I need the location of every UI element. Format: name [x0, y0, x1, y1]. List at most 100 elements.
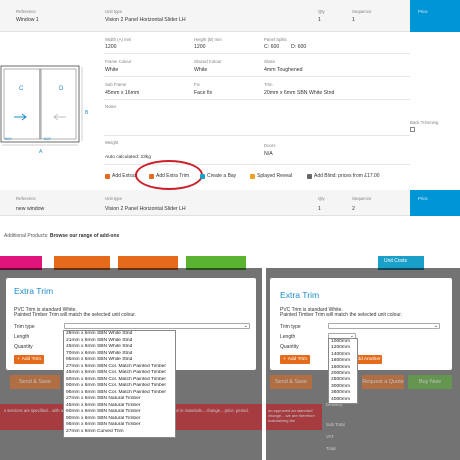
- dropdown-option[interactable]: 45mm x 6mm SBN Col. Match Painted Timber: [64, 370, 175, 377]
- create-bay-label: Create a Bay: [207, 173, 237, 179]
- window-diagram: [0, 65, 83, 146]
- row1-qty-value[interactable]: 1: [318, 17, 321, 23]
- modal-left-trim-type-label: Trim type: [14, 324, 35, 330]
- sub-frame-label: Sub Frame: [105, 82, 127, 87]
- fix-label: Fix: [194, 82, 200, 87]
- glazed-colour-label: Glazed Colour: [194, 59, 222, 64]
- modal-right-trim-type-select[interactable]: ⌄: [328, 323, 440, 329]
- diagram-label-c: C: [19, 86, 24, 92]
- trim-value[interactable]: 20mm x 6mm SBN White Stnd: [264, 90, 334, 96]
- additional-products-link[interactable]: Browse our range of add-ons: [50, 233, 119, 239]
- height-label: Height (B) mm: [194, 37, 222, 42]
- plus-icon: [105, 173, 110, 179]
- row2-reference-value[interactable]: new window: [16, 206, 44, 212]
- row1-reference-value[interactable]: Window 1: [16, 17, 39, 23]
- modal-right-add-trim-button[interactable]: + Add Trim: [280, 355, 310, 364]
- weight-value: Auto calculated: 23kg: [105, 155, 151, 160]
- row2-unit-type-label: Unit type: [105, 196, 122, 201]
- back-trimming-label: Back Trimming: [410, 120, 439, 125]
- trim-type-options: 28mm x 6mm SBN White Stnd 21mm x 6mm SBN …: [64, 331, 175, 435]
- total-label: Total: [326, 446, 336, 451]
- plus-icon: +: [282, 357, 286, 362]
- modal-right-quantity-label: Quantity: [280, 344, 299, 350]
- add-blind-button[interactable]: Add Blind: prices from £17.00: [307, 173, 380, 179]
- glass-value[interactable]: 4mm Toughened: [264, 67, 303, 73]
- send-save-left-label: Send & Save: [18, 379, 52, 385]
- frame-colour-value[interactable]: White: [105, 67, 118, 73]
- details-divider-3: [104, 99, 410, 100]
- sub-frame-value[interactable]: 45mm x 16mm: [105, 90, 139, 96]
- blind-icon: [307, 173, 312, 179]
- frame-colour-label: Frame Colour: [105, 59, 132, 64]
- panel-splits-c[interactable]: C: 600: [264, 44, 279, 50]
- length-dropdown[interactable]: 1000mm 1200mm 1400mm 1600mm 1800mm 2000mm 2500…: [328, 338, 358, 404]
- buy-now-button[interactable]: Buy Now: [408, 375, 452, 389]
- splayed-icon: [250, 173, 255, 179]
- modal-left-add-trim-label: Add Trim: [21, 357, 41, 362]
- dropdown-option[interactable]: 90mm x 6mm SBN Col. Match Painted Timber: [64, 383, 175, 390]
- additional-products: Additional Products: Browse our range of…: [4, 233, 119, 239]
- notes-field[interactable]: [104, 110, 404, 134]
- row2-unit-type-value[interactable]: Vision 2 Panel Horizontal Slider LH: [105, 206, 186, 212]
- modal-left-note-2: Painted Timber Trim will match the selec…: [14, 312, 136, 318]
- row1-unit-type-value[interactable]: Vision 2 Panel Horizontal Slider LH: [105, 17, 186, 23]
- notes-label: Notes: [105, 104, 117, 109]
- plus-icon: +: [16, 357, 20, 362]
- trim-type-dropdown[interactable]: 28mm x 6mm SBN White Stnd 21mm x 6mm SBN …: [63, 330, 176, 438]
- row2-sequence-label: Sequence: [352, 196, 372, 201]
- fix-value[interactable]: Face fix: [194, 90, 212, 96]
- glass-label: Glass: [264, 59, 275, 64]
- row1-reference-label: Reference: [16, 9, 36, 14]
- weight-label: Weight: [105, 140, 119, 145]
- warning-text-right: an approved an standard change... we are…: [268, 408, 315, 423]
- details-divider-4: [104, 135, 410, 136]
- chevron-down-icon: ⌄: [433, 323, 438, 329]
- width-value[interactable]: 1200: [105, 44, 117, 50]
- totals-panel: Delivery Sub Total VAT Total: [322, 398, 452, 458]
- modal-left-length-label: Length: [14, 334, 30, 340]
- length-options: 1000mm 1200mm 1400mm 1600mm 1800mm 2000mm 2500…: [329, 339, 357, 403]
- vat-label: VAT: [326, 434, 335, 439]
- highlight-circle: [135, 160, 203, 190]
- doors-value: N/A: [264, 151, 273, 157]
- add-extras-button[interactable]: Add Extras: [105, 173, 136, 179]
- send-save-right-button[interactable]: Send & Save: [270, 375, 312, 389]
- row1-price-block: Price: [410, 0, 460, 32]
- right-sidebar-label: Unit Costs: [384, 258, 408, 264]
- diagram-label-d: D: [59, 86, 64, 92]
- request-quote-label: Request a Quote: [362, 379, 404, 385]
- splayed-reveal-label: Splayed Reveal: [257, 173, 293, 179]
- glazed-colour-value[interactable]: White: [194, 67, 207, 73]
- row1-unit-type-label: Unit type: [105, 9, 122, 14]
- modal-right-add-trim-label: Add Trim: [287, 357, 307, 362]
- row2-qty-value[interactable]: 1: [318, 206, 321, 212]
- height-value[interactable]: 1200: [194, 44, 206, 50]
- dropdown-option[interactable]: 27mm x 6mm Curved Trim: [64, 429, 175, 436]
- diagram-label-600-left: 600: [5, 136, 12, 141]
- row1-sequence-value[interactable]: 1: [352, 17, 355, 23]
- chevron-down-icon: ⌄: [243, 323, 248, 329]
- create-bay-button[interactable]: Create a Bay: [200, 173, 236, 179]
- dropdown-option[interactable]: 4000mm: [329, 397, 357, 403]
- extra-trim-modal-right: Extra Trim PVC Trim is standard White. P…: [270, 278, 452, 370]
- row2-price-label: Price: [418, 196, 428, 201]
- add-extras-label: Add Extras: [112, 173, 137, 179]
- request-quote-button[interactable]: Request a Quote: [362, 375, 404, 389]
- width-label: Width (A) mm: [105, 37, 132, 42]
- modal-left-title: Extra Trim: [14, 286, 54, 296]
- modal-right-title: Extra Trim: [280, 290, 320, 300]
- send-save-right-label: Send & Save: [274, 379, 308, 385]
- link-icon: [200, 173, 205, 179]
- modal-left-add-trim-button[interactable]: + Add Trim: [14, 355, 44, 364]
- modal-left-trim-type-select[interactable]: ⌄: [64, 323, 250, 329]
- back-trimming-checkbox[interactable]: [410, 127, 415, 132]
- additional-products-prefix: Additional Products:: [4, 233, 49, 239]
- panel-splits-d[interactable]: D: 600: [291, 44, 306, 50]
- row2-header: [0, 190, 460, 216]
- row1-header: [0, 0, 460, 32]
- row2-sequence-value[interactable]: 2: [352, 206, 355, 212]
- splayed-reveal-button[interactable]: Splayed Reveal: [250, 173, 292, 179]
- row1-price-label: Price: [418, 9, 428, 14]
- send-save-left-button[interactable]: Send & Save: [10, 375, 60, 389]
- diagram-label-600-right: 600: [44, 136, 51, 141]
